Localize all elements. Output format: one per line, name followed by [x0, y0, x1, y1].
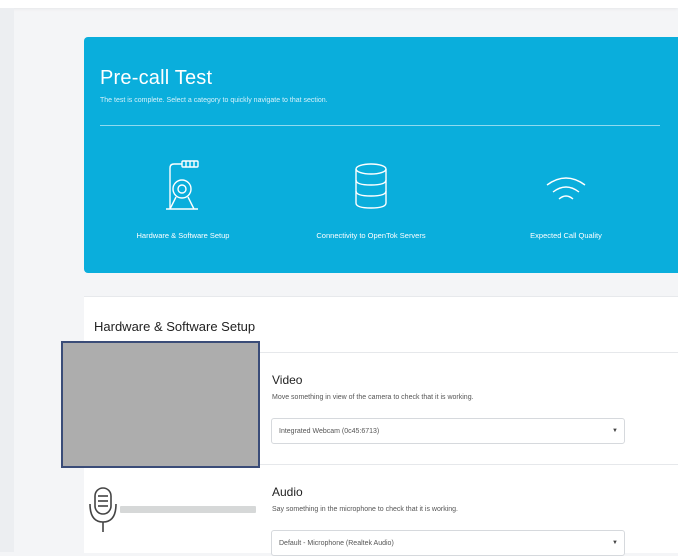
database-icon [286, 159, 456, 215]
video-description: Move something in view of the camera to … [272, 394, 474, 401]
top-bar [0, 0, 678, 8]
page-subtitle: The test is complete. Select a category … [100, 97, 328, 104]
camera-select-value: Integrated Webcam (0c45:6713) [279, 428, 380, 435]
category-hardware-software-setup[interactable]: Hardware & Software Setup [98, 159, 268, 249]
audio-title: Audio [272, 485, 303, 499]
video-preview [61, 341, 260, 468]
category-label: Expected Call Quality [530, 231, 602, 240]
chevron-down-icon: ▼ [612, 540, 618, 546]
category-label: Connectivity to OpenTok Servers [316, 231, 426, 240]
chevron-down-icon: ▼ [612, 428, 618, 434]
section-title: Hardware & Software Setup [94, 319, 256, 334]
audio-preview [84, 480, 264, 552]
left-gutter [0, 8, 14, 552]
video-title: Video [272, 373, 303, 387]
camera-select[interactable]: Integrated Webcam (0c45:6713) ▼ [271, 418, 625, 444]
category-connectivity[interactable]: Connectivity to OpenTok Servers [286, 159, 456, 249]
row-divider [254, 352, 678, 353]
wifi-icon [481, 159, 651, 215]
category-call-quality[interactable]: Expected Call Quality [481, 159, 651, 249]
microphone-icon [86, 484, 122, 539]
page-title: Pre-call Test [100, 67, 213, 89]
category-label: Hardware & Software Setup [136, 231, 230, 240]
microphone-select[interactable]: Default - Microphone (Realtek Audio) ▼ [271, 530, 625, 556]
audio-level-meter [120, 506, 256, 513]
audio-description: Say something in the microphone to check… [272, 506, 458, 513]
camera-icon [98, 159, 268, 215]
row-divider [254, 464, 678, 465]
pre-call-test-banner: Pre-call Test The test is complete. Sele… [84, 37, 678, 273]
microphone-select-value: Default - Microphone (Realtek Audio) [279, 540, 394, 547]
banner-divider [100, 125, 660, 126]
